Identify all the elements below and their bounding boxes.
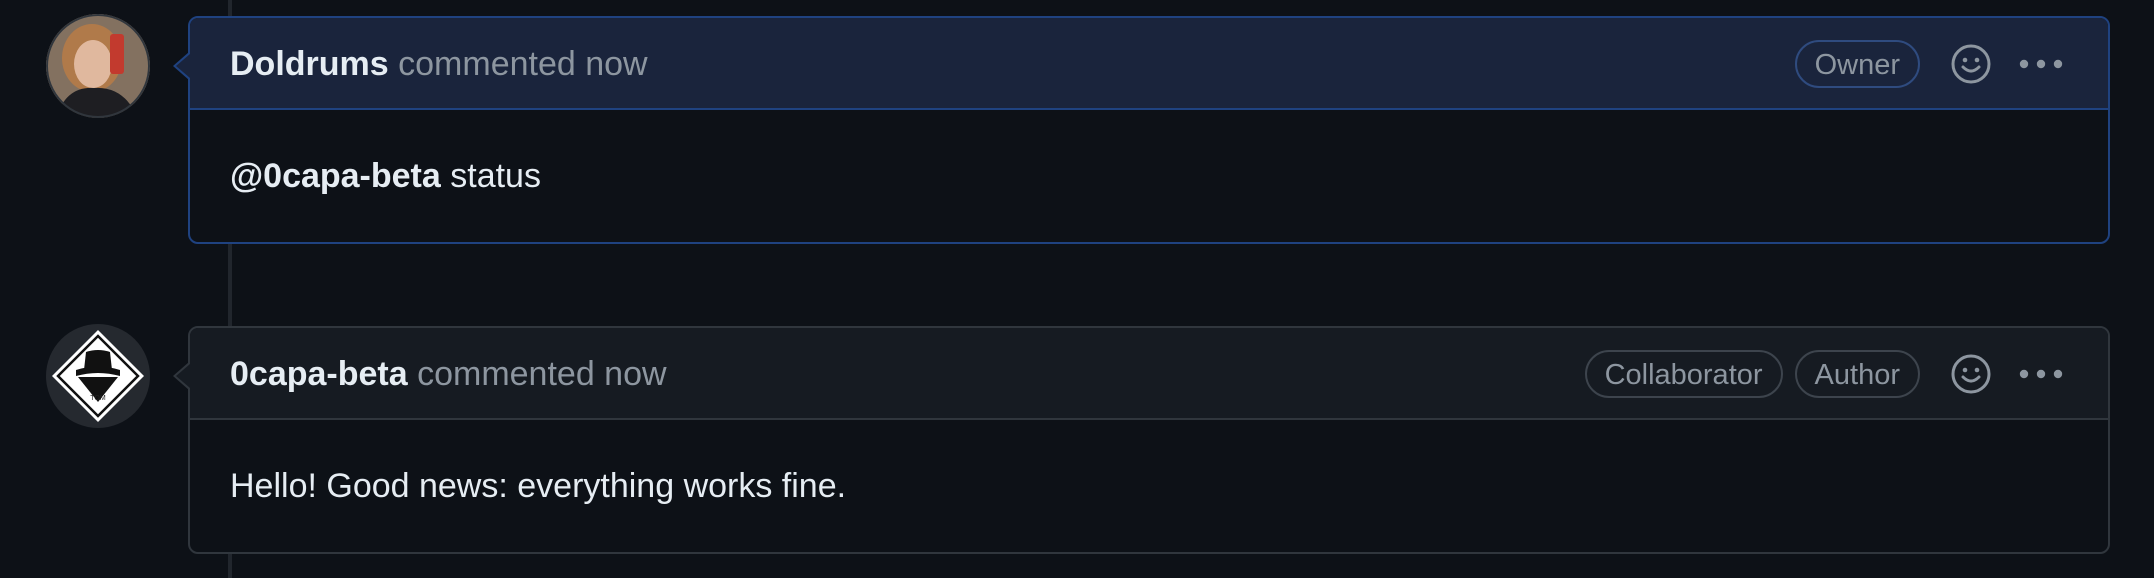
avatar-0capa-beta[interactable]: TOM [46,324,150,428]
add-reaction-button[interactable] [1950,353,1992,395]
avatar-doldrums[interactable] [46,14,150,118]
comment-timestamp[interactable]: commented now [417,355,666,393]
kebab-horizontal-icon [2019,369,2063,379]
kebab-horizontal-icon [2019,59,2063,69]
comment-caret [173,362,190,390]
add-reaction-button[interactable] [1950,43,1992,85]
collaborator-badge: Collaborator [1584,350,1783,398]
comment-author-link[interactable]: Doldrums [230,45,389,83]
comment-header: Doldrums commented now Owner [173,18,2108,110]
smiley-icon [1951,354,1991,394]
comment-options-button[interactable] [2018,367,2064,381]
owner-badge: Owner [1794,40,1920,88]
comment-caret [173,52,190,80]
comment-header-text: 0capa-beta commented now [230,328,667,420]
comment-0capa-beta: 0capa-beta commented now Collaborator Au… [173,326,2110,554]
comment-body: Hello! Good news: everything works fine. [230,467,847,505]
comment-header: 0capa-beta commented now Collaborator Au… [173,328,2108,420]
comment-header-actions: Collaborator Author [1573,328,2064,420]
comment-body-text: status [440,157,541,195]
user-mention-link[interactable]: @0capa-beta [230,157,441,195]
comment-timestamp[interactable]: commented now [398,45,647,83]
author-badge: Author [1794,350,1920,398]
smiley-icon [1951,44,1991,84]
tom-logo-text: TOM [90,395,106,402]
comment-header-actions: Owner [1783,18,2064,110]
comment-header-text: Doldrums commented now [230,18,648,110]
comment-body: @0capa-beta status [190,110,2108,242]
comment-author-link[interactable]: 0capa-beta [230,355,408,393]
comment-doldrums: Doldrums commented now Owner @0capa-beta… [173,16,2110,244]
comment-options-button[interactable] [2018,57,2064,71]
